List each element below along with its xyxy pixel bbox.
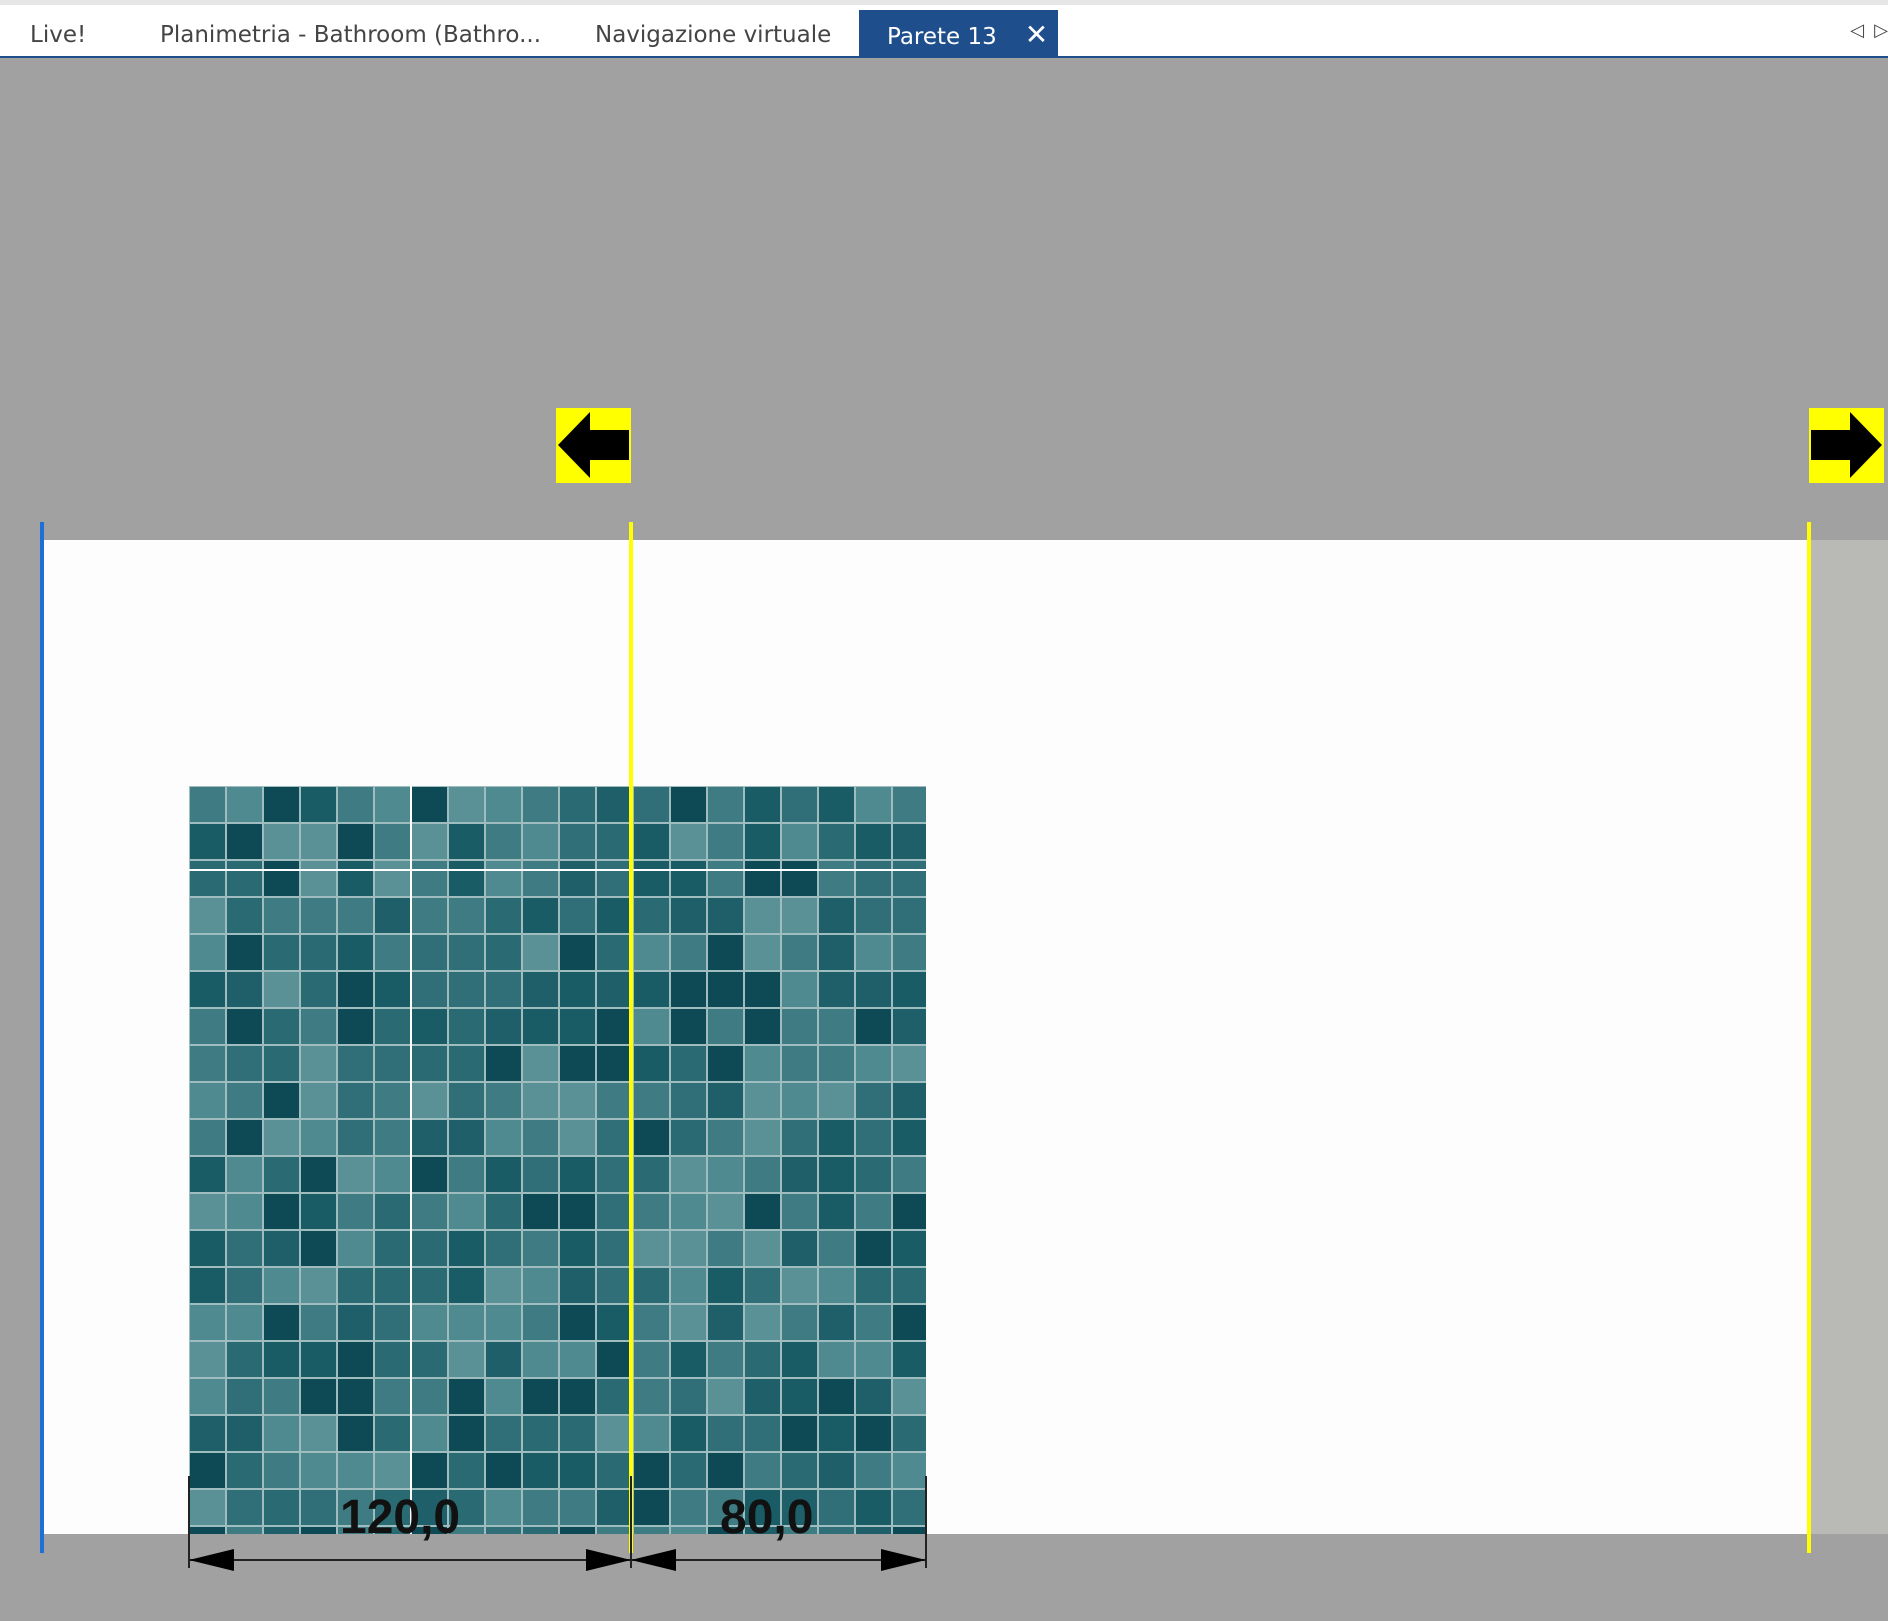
- move-left-handle[interactable]: [556, 408, 631, 483]
- right-split-guide[interactable]: [1807, 522, 1811, 1553]
- tab-parete-13-label: Parete 13: [887, 24, 997, 50]
- tile-pattern: [189, 786, 926, 1534]
- scroll-right-icon[interactable]: ▷: [1874, 20, 1888, 40]
- tab-planimetria[interactable]: Planimetria - Bathroom (Bathro...: [160, 10, 541, 60]
- tab-bar: Live! Planimetria - Bathroom (Bathro... …: [0, 0, 1888, 60]
- close-icon[interactable]: ✕: [1025, 10, 1048, 60]
- wall-elevation-canvas[interactable]: 120,0 80,0: [0, 58, 1888, 1621]
- tab-scroll-arrows: ◁ ▷: [1850, 20, 1888, 41]
- move-right-handle[interactable]: [1809, 408, 1884, 483]
- tab-parete-13[interactable]: Parete 13 ✕: [859, 10, 1059, 60]
- tile-covering[interactable]: [189, 786, 926, 1534]
- dimension-left-value: 120,0: [340, 1491, 461, 1544]
- adjacent-wall-surface: [1808, 540, 1888, 1534]
- tab-navigazione-virtuale[interactable]: Navigazione virtuale: [595, 10, 831, 60]
- arrow-left-icon: [558, 412, 629, 478]
- dimension-right-value: 80,0: [720, 1491, 814, 1544]
- left-split-guide[interactable]: [629, 522, 633, 1553]
- scroll-left-icon[interactable]: ◁: [1850, 20, 1864, 40]
- tab-live[interactable]: Live!: [30, 10, 86, 60]
- wall-start-edge: [40, 522, 44, 1553]
- arrow-right-icon: [1811, 412, 1882, 478]
